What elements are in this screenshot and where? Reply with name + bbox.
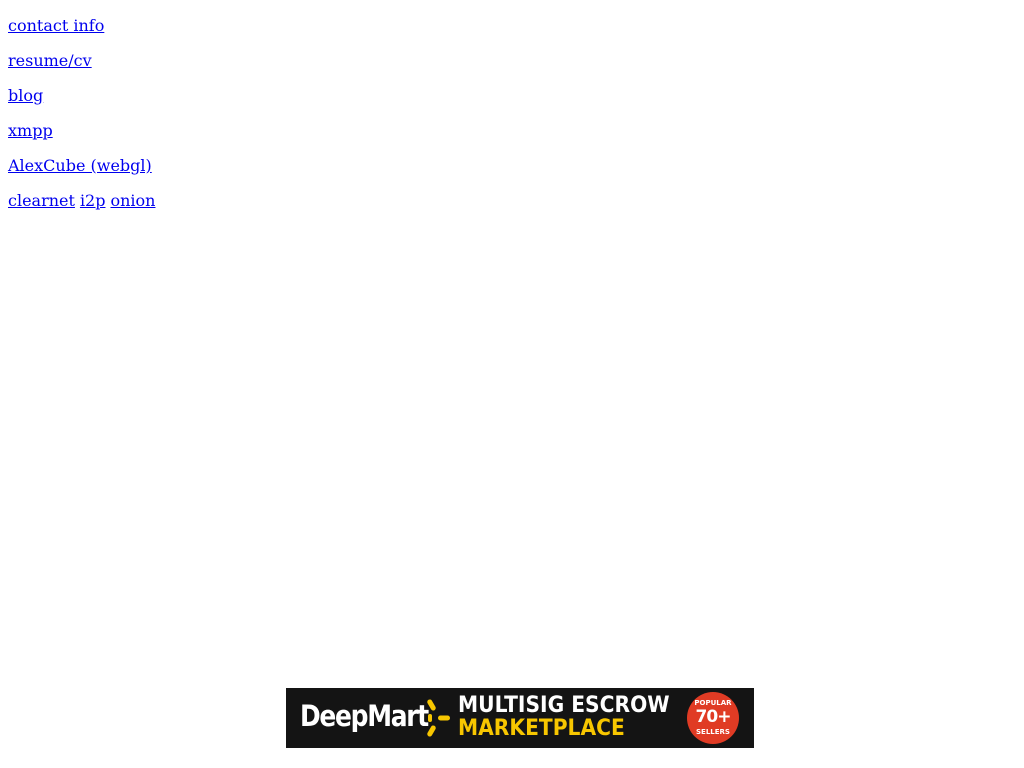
link-row-blog: blog: [8, 86, 155, 121]
popular-sellers-badge: POPULAR 70+ SELLERS: [687, 692, 739, 744]
badge-top-text: POPULAR: [694, 699, 732, 707]
banner-brand: DeepMart: [300, 699, 429, 733]
blog-link[interactable]: blog: [8, 86, 43, 105]
badge-number: 70+: [695, 707, 732, 727]
alexcube-webgl-link[interactable]: AlexCube (webgl): [8, 156, 152, 175]
link-list: contact info resume/cv blog xmpp AlexCub…: [8, 16, 155, 226]
link-row-xmpp: xmpp: [8, 121, 155, 156]
resume-cv-link[interactable]: resume/cv: [8, 51, 92, 70]
link-row-mirrors: clearnet i2p onion: [8, 191, 155, 226]
xmpp-link[interactable]: xmpp: [8, 121, 53, 140]
onion-link[interactable]: onion: [110, 191, 155, 210]
deepmart-banner-ad[interactable]: DeepMart MULTISIG ESCROW MARKETPLACE POP…: [286, 688, 754, 748]
banner-tagline: MULTISIG ESCROW MARKETPLACE: [458, 694, 670, 740]
clearnet-link[interactable]: clearnet: [8, 191, 75, 210]
banner-line-2: MARKETPLACE: [458, 716, 625, 741]
link-row-alexcube: AlexCube (webgl): [8, 156, 155, 191]
badge-bottom-text: SELLERS: [696, 728, 730, 736]
banner-line-1: MULTISIG ESCROW: [458, 693, 670, 718]
i2p-link[interactable]: i2p: [80, 191, 106, 210]
link-row-contact: contact info: [8, 16, 155, 51]
contact-info-link[interactable]: contact info: [8, 16, 104, 35]
link-row-resume: resume/cv: [8, 51, 155, 86]
spark-icon: [427, 699, 450, 737]
